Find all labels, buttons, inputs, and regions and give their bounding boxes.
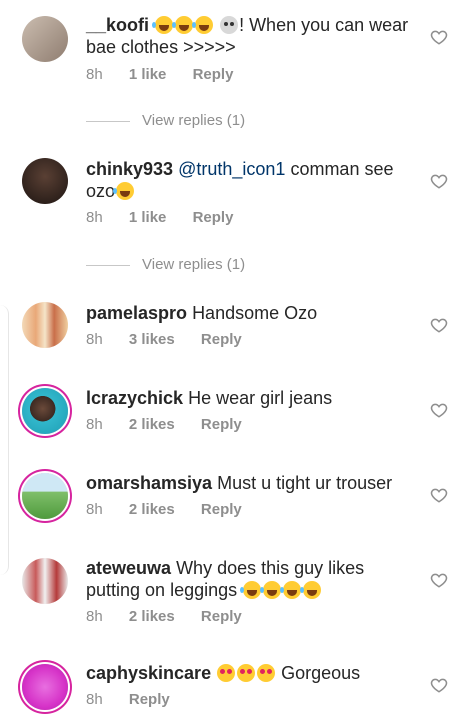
comment-meta: 8h 2 likes Reply bbox=[86, 415, 264, 435]
avatar[interactable] bbox=[22, 16, 68, 62]
mention-link[interactable]: @truth_icon1 bbox=[178, 159, 285, 179]
heart-outline-icon[interactable] bbox=[430, 401, 448, 419]
laughing-emoji-icon bbox=[260, 581, 282, 599]
timestamp: 8h bbox=[86, 209, 103, 226]
avatar[interactable] bbox=[22, 388, 68, 434]
comment-text: omarshamsiya Must u tight ur trouser bbox=[86, 472, 416, 494]
avatar[interactable] bbox=[22, 558, 68, 604]
likes-count[interactable]: 3 likes bbox=[129, 330, 175, 350]
comment-meta: 8h 2 likes Reply bbox=[86, 607, 264, 627]
heart-eyes-emoji-icon bbox=[257, 664, 276, 682]
avatar[interactable] bbox=[22, 473, 68, 519]
skull-emoji-icon bbox=[220, 16, 239, 34]
heart-outline-icon[interactable] bbox=[430, 28, 448, 46]
reply-button[interactable]: Reply bbox=[201, 330, 242, 350]
heart-outline-icon[interactable] bbox=[430, 316, 448, 334]
laughing-emoji-icon bbox=[172, 16, 194, 34]
timestamp: 8h bbox=[86, 501, 103, 518]
comment-meta: 8h 1 like Reply bbox=[86, 65, 255, 85]
divider-line bbox=[86, 264, 130, 266]
likes-count[interactable]: 2 likes bbox=[129, 415, 175, 435]
reply-button[interactable]: Reply bbox=[201, 607, 242, 627]
timestamp: 8h bbox=[86, 608, 103, 625]
rolling-laughing-emoji-icon bbox=[113, 182, 135, 200]
username[interactable]: chinky933 bbox=[86, 159, 173, 179]
view-replies-button[interactable]: View replies (1) bbox=[86, 255, 245, 275]
reply-button[interactable]: Reply bbox=[201, 500, 242, 520]
timestamp: 8h bbox=[86, 331, 103, 348]
divider-line bbox=[86, 120, 130, 122]
view-replies-label: View replies (1) bbox=[142, 112, 246, 129]
comment-text: caphyskincare Gorgeous bbox=[86, 662, 416, 684]
heart-outline-icon[interactable] bbox=[430, 571, 448, 589]
comment-text: lcrazychick He wear girl jeans bbox=[86, 387, 416, 409]
heart-outline-icon[interactable] bbox=[430, 172, 448, 190]
likes-count[interactable]: 2 likes bbox=[129, 607, 175, 627]
reply-button[interactable]: Reply bbox=[129, 690, 170, 710]
likes-count[interactable]: 1 like bbox=[129, 65, 167, 85]
likes-count[interactable]: 1 like bbox=[129, 208, 167, 228]
comment-body: Handsome Ozo bbox=[192, 303, 318, 323]
avatar[interactable] bbox=[22, 664, 68, 710]
view-replies-button[interactable]: View replies (1) bbox=[86, 111, 245, 131]
avatar[interactable] bbox=[22, 302, 68, 348]
comment-meta: 8h Reply bbox=[86, 690, 192, 710]
heart-eyes-emoji-icon bbox=[237, 664, 256, 682]
scroll-edge bbox=[0, 305, 9, 575]
username[interactable]: omarshamsiya bbox=[86, 473, 212, 493]
comment-body: He wear girl jeans bbox=[188, 388, 333, 408]
reply-button[interactable]: Reply bbox=[201, 415, 242, 435]
comment-text: pamelaspro Handsome Ozo bbox=[86, 302, 416, 324]
comment-body: Gorgeous bbox=[281, 663, 361, 683]
avatar[interactable] bbox=[22, 158, 68, 204]
username[interactable]: pamelaspro bbox=[86, 303, 187, 323]
comment-meta: 8h 2 likes Reply bbox=[86, 500, 264, 520]
laughing-emoji-icon bbox=[300, 581, 322, 599]
username[interactable]: lcrazychick bbox=[86, 388, 183, 408]
view-replies-label: View replies (1) bbox=[142, 256, 246, 273]
comment-text: __koofi ! When you can wear bae clothes … bbox=[86, 14, 416, 58]
heart-outline-icon[interactable] bbox=[430, 676, 448, 694]
reply-button[interactable]: Reply bbox=[193, 208, 234, 228]
username[interactable]: caphyskincare bbox=[86, 663, 211, 683]
laughing-emoji-icon bbox=[152, 16, 174, 34]
laughing-emoji-icon bbox=[192, 16, 214, 34]
timestamp: 8h bbox=[86, 691, 103, 708]
username[interactable]: ateweuwa bbox=[86, 558, 171, 578]
username[interactable]: __koofi bbox=[86, 15, 149, 35]
reply-button[interactable]: Reply bbox=[193, 65, 234, 85]
heart-eyes-emoji-icon bbox=[217, 664, 236, 682]
comment-body: Must u tight ur trouser bbox=[217, 473, 393, 493]
timestamp: 8h bbox=[86, 416, 103, 433]
comment-text: chinky933 @truth_icon1 comman see ozo bbox=[86, 158, 416, 202]
laughing-emoji-icon bbox=[280, 581, 302, 599]
comment-meta: 8h 1 like Reply bbox=[86, 208, 255, 228]
timestamp: 8h bbox=[86, 66, 103, 83]
heart-outline-icon[interactable] bbox=[430, 486, 448, 504]
comment-text: ateweuwa Why does this guy likes putting… bbox=[86, 557, 416, 601]
comment-meta: 8h 3 likes Reply bbox=[86, 330, 264, 350]
laughing-emoji-icon bbox=[240, 581, 262, 599]
likes-count[interactable]: 2 likes bbox=[129, 500, 175, 520]
